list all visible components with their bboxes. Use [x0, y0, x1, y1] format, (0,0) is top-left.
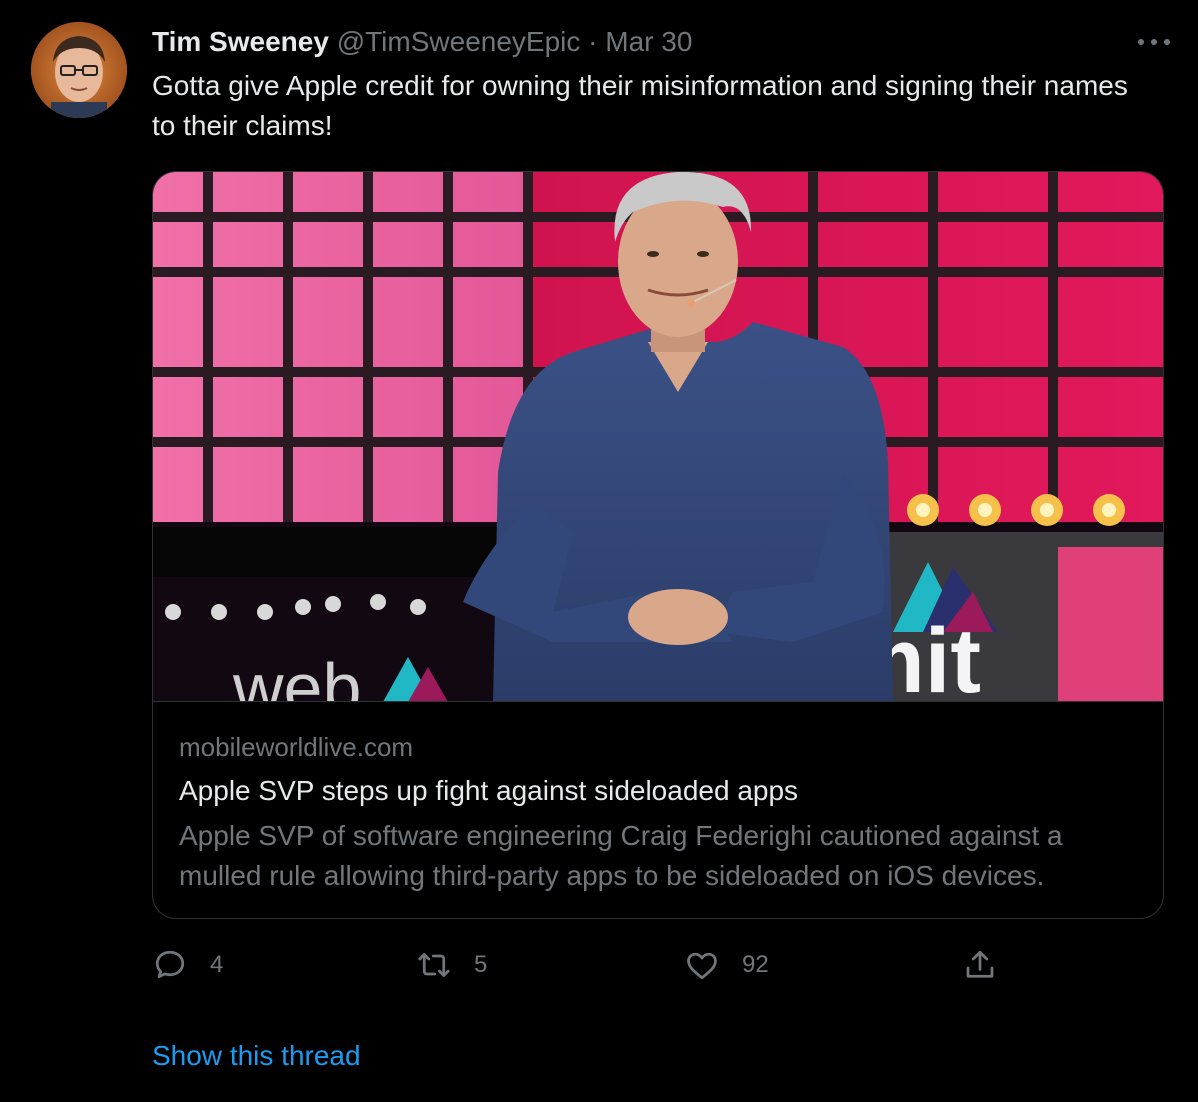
- header-separator: ·: [588, 26, 598, 57]
- more-options-icon[interactable]: [1136, 28, 1172, 56]
- author-avatar[interactable]: [31, 22, 127, 118]
- reply-button[interactable]: 4: [152, 945, 223, 985]
- retweet-icon: [418, 953, 450, 977]
- like-count: 92: [742, 951, 769, 978]
- tweet[interactable]: Tim Sweeney @TimSweeneyEpic · Mar 30 Got…: [0, 0, 1198, 1102]
- tweet-actions: 4 5 92: [152, 945, 1162, 985]
- card-title[interactable]: Apple SVP steps up fight against sideloa…: [179, 773, 798, 809]
- show-thread-link[interactable]: Show this thread: [152, 1036, 361, 1076]
- retweet-button[interactable]: 5: [416, 945, 487, 985]
- svg-text:web: web: [232, 649, 361, 702]
- share-button[interactable]: [962, 945, 998, 985]
- card-domain: mobileworldlive.com: [179, 732, 414, 762]
- author-handle[interactable]: @TimSweeneyEpic: [337, 26, 581, 57]
- tweet-text: Gotta give Apple credit for owning their…: [152, 70, 1128, 141]
- heart-icon: [687, 952, 717, 980]
- card-description: Apple SVP of software engineering Craig …: [179, 820, 1063, 891]
- share-icon: [966, 950, 994, 978]
- like-button[interactable]: 92: [684, 945, 769, 985]
- author-name[interactable]: Tim Sweeney: [152, 26, 329, 57]
- tweet-date[interactable]: Mar 30: [605, 26, 692, 57]
- card-image[interactable]: mit web: [153, 172, 1163, 702]
- link-card[interactable]: mit web mobileworldlive.com Apple SVP st…: [152, 171, 1164, 919]
- reply-icon: [155, 950, 185, 979]
- retweet-count: 5: [474, 951, 488, 978]
- reply-count: 4: [210, 951, 224, 978]
- tweet-header: Tim Sweeney @TimSweeneyEpic · Mar 30: [152, 24, 692, 60]
